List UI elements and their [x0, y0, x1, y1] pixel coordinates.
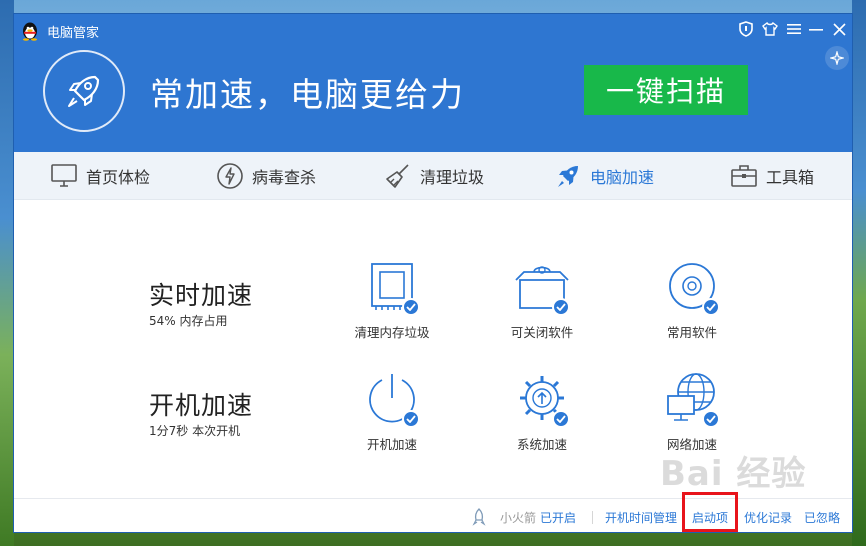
network-speedup-item[interactable]: 网络加速 [637, 372, 747, 453]
close-icon[interactable] [829, 19, 849, 39]
rocket-status-link[interactable]: 已开启 [540, 509, 576, 526]
check-icon [552, 298, 570, 316]
tab-label: 电脑加速 [590, 168, 655, 187]
check-icon [552, 410, 570, 428]
header-banner: 电脑管家 常加速，电脑更给力 一键扫描 [14, 14, 852, 152]
software-box-icon [512, 260, 572, 316]
closable-software-item[interactable]: 可关闭软件 [487, 260, 597, 341]
toolbox-icon [730, 163, 758, 189]
tab-clean-junk[interactable]: 清理垃圾 [384, 152, 484, 200]
tab-label: 首页体检 [86, 168, 151, 187]
gear-arrow-icon [512, 372, 572, 428]
qq-penguin-icon [20, 21, 40, 41]
feature-label: 系统加速 [516, 437, 567, 452]
feature-label: 可关闭软件 [510, 325, 574, 340]
tab-toolbox[interactable]: 工具箱 [730, 152, 814, 200]
feature-label: 清理内存垃圾 [354, 325, 430, 340]
minimize-icon[interactable] [806, 19, 826, 39]
rocket-banner-icon [43, 50, 125, 132]
tab-label: 病毒查杀 [252, 168, 317, 187]
common-software-item[interactable]: 常用软件 [637, 260, 747, 341]
app-title: 电脑管家 [47, 26, 100, 41]
divider [592, 511, 593, 524]
check-icon [402, 410, 420, 428]
one-click-scan-button[interactable]: 一键扫描 [584, 65, 748, 115]
check-icon [702, 410, 720, 428]
tab-label: 清理垃圾 [420, 168, 485, 187]
globe-monitor-icon [662, 372, 722, 428]
red-highlight-box [682, 492, 738, 532]
ignored-link[interactable]: 已忽略 [804, 509, 840, 526]
memory-chip-icon [362, 260, 422, 316]
broom-icon [384, 162, 412, 190]
tab-label: 工具箱 [766, 168, 815, 187]
desktop-background-left [0, 0, 14, 546]
banner-headline: 常加速，电脑更给力 [150, 75, 465, 114]
sparkle-icon[interactable] [825, 46, 849, 70]
title-bar: 电脑管家 [14, 14, 852, 46]
desktop-background-right [852, 0, 866, 546]
system-speedup-item[interactable]: 系统加速 [487, 372, 597, 453]
clean-memory-item[interactable]: 清理内存垃圾 [337, 260, 447, 341]
tab-home-checkup[interactable]: 首页体检 [50, 152, 150, 200]
shield-icon[interactable] [736, 19, 756, 39]
memory-usage-text: 54% 内存占用 [149, 314, 228, 328]
power-icon [362, 372, 422, 428]
main-tabs: 首页体检 病毒查杀 清理垃圾 电脑加速 工具箱 [14, 152, 852, 200]
menu-icon[interactable] [784, 19, 804, 39]
tab-pc-speedup[interactable]: 电脑加速 [554, 152, 654, 200]
disc-icon [662, 260, 722, 316]
boot-speedup-item[interactable]: 开机加速 [337, 372, 447, 453]
rocket-icon [554, 162, 582, 190]
check-icon [702, 298, 720, 316]
feature-label: 网络加速 [666, 437, 717, 452]
small-rocket-icon [472, 508, 486, 530]
optimize-record-link[interactable]: 优化记录 [744, 509, 792, 526]
lightning-shield-icon [216, 162, 244, 190]
app-window: 电脑管家 常加速，电脑更给力 一键扫描 首页体检 病毒查杀 清理垃圾 电脑加速 … [13, 13, 853, 533]
realtime-speedup-title: 实时加速 [149, 281, 254, 310]
rocket-label: 小火箭 [500, 511, 537, 525]
check-icon [402, 298, 420, 316]
monitor-icon [50, 163, 78, 189]
feature-label: 常用软件 [666, 325, 717, 340]
boot-speedup-title: 开机加速 [149, 391, 254, 420]
feature-label: 开机加速 [366, 437, 417, 452]
boot-time-manage-link[interactable]: 开机时间管理 [605, 509, 677, 526]
tab-virus-scan[interactable]: 病毒查杀 [216, 152, 316, 200]
tshirt-skin-icon[interactable] [760, 19, 780, 39]
boot-time-text: 1分7秒 本次开机 [149, 424, 241, 438]
